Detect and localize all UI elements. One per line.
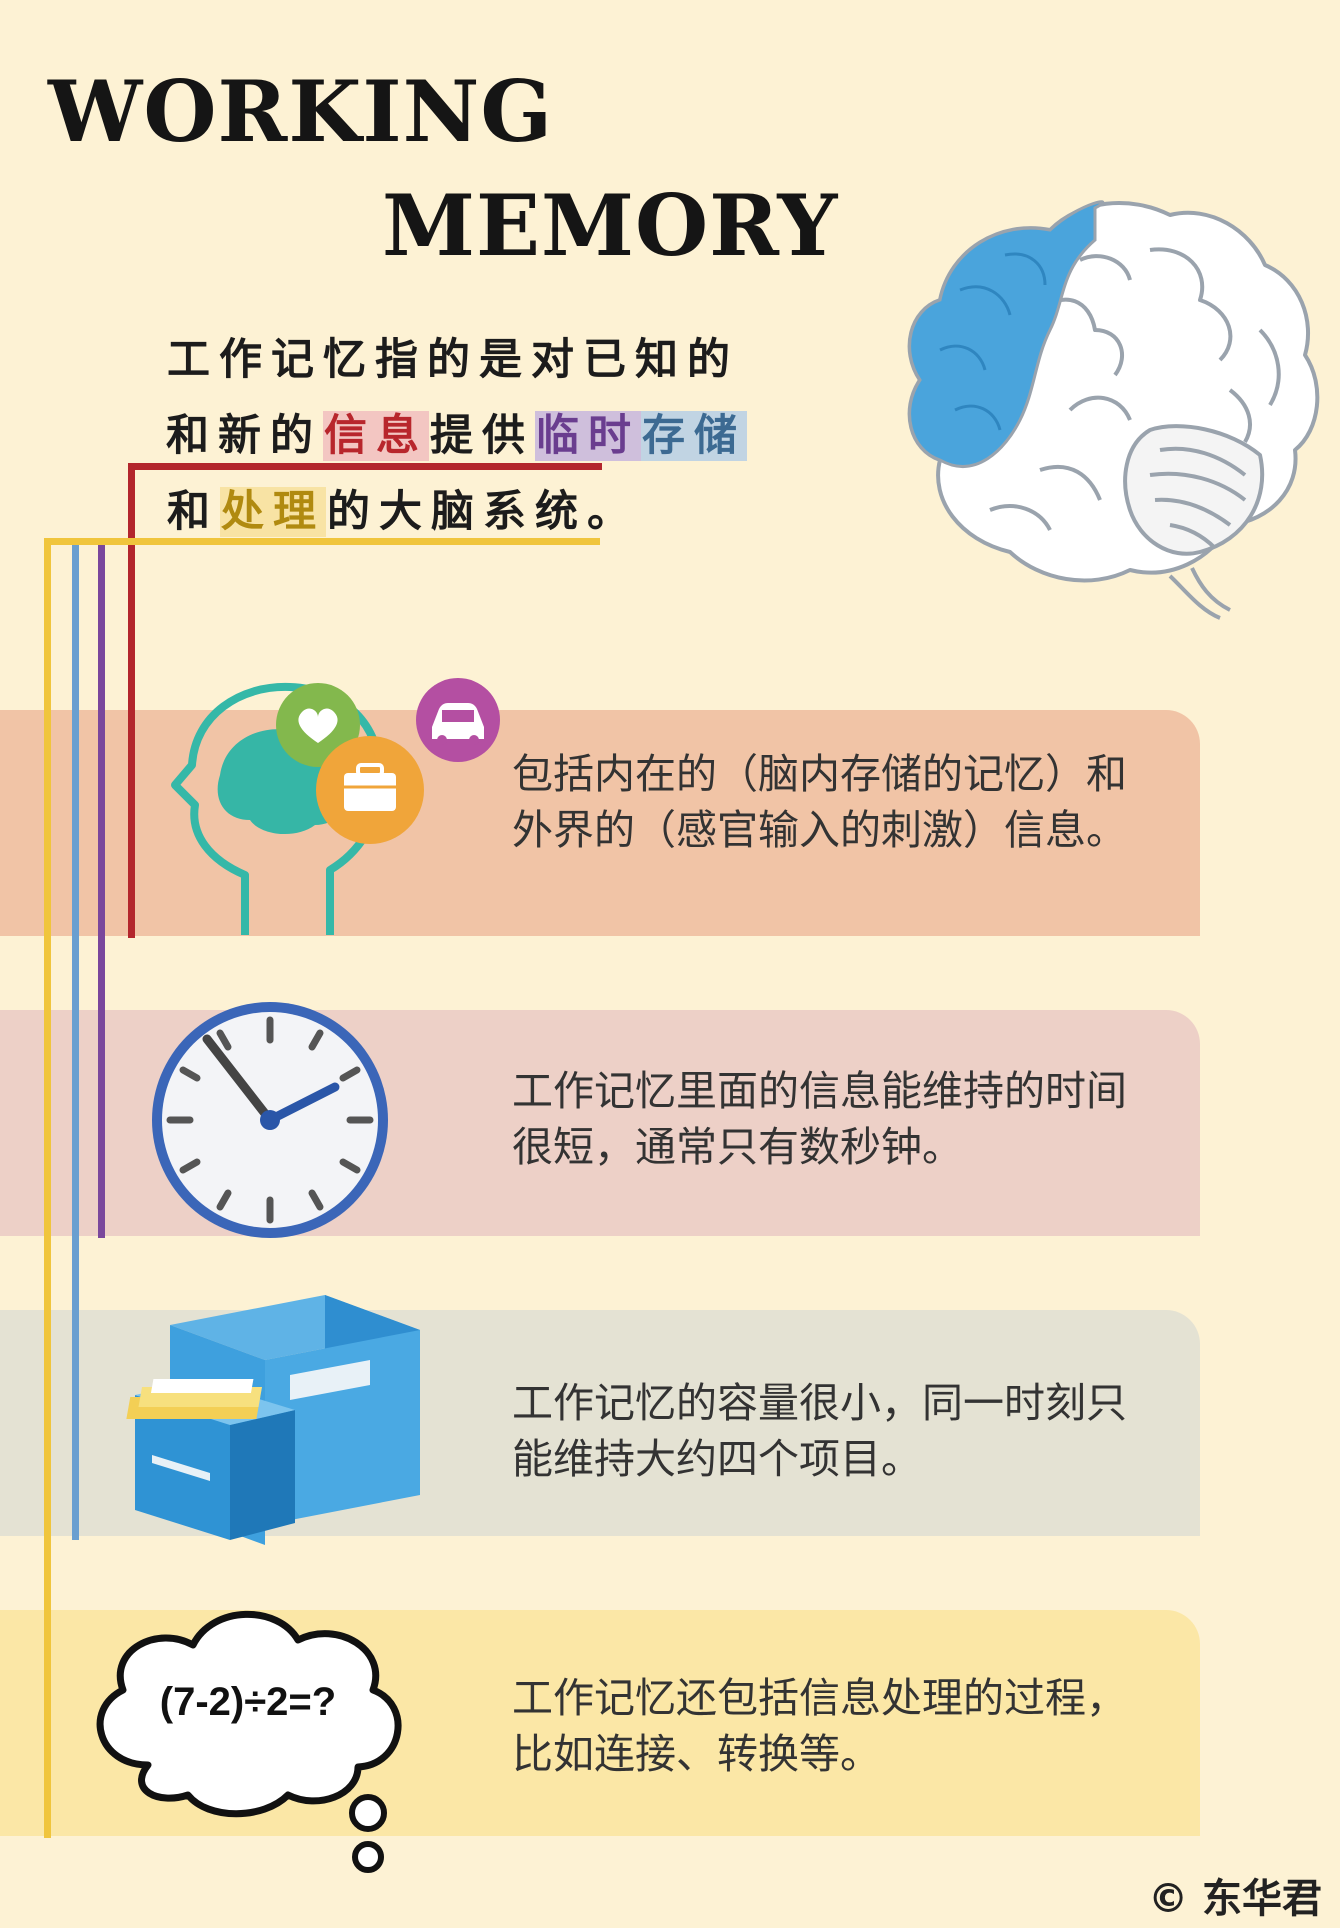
intro-text-2: 提供: [430, 411, 534, 461]
intro-highlight-info: 信息: [323, 411, 429, 461]
clock-icon: [152, 1002, 388, 1238]
brain-icon: [907, 200, 1320, 620]
connector-line-info: [128, 463, 135, 938]
filing-cabinet-icon: [126, 1295, 420, 1545]
connector-line-processing: [44, 538, 600, 545]
thought-bubble-icon: (7-2)÷2=?: [78, 1595, 418, 1880]
intro-text-4: 的大脑系统。: [327, 487, 639, 537]
connector-line-storage: [72, 538, 79, 1540]
intro-paragraph: 工作记忆指的是对已知的和新的信息提供临时存储和处理的大脑系统。: [166, 322, 766, 550]
title-line-memory: MEMORY: [382, 176, 839, 275]
head-thoughts-icon: [171, 678, 500, 935]
math-expression: (7-2)÷2=?: [159, 1680, 337, 1724]
card-text: 工作记忆里面的信息能维持的时间很短，通常只有数秒钟。: [512, 1067, 1127, 1171]
intro-highlight-storage: 存储: [641, 411, 747, 461]
title-line-working: WORKING: [48, 62, 554, 161]
card-text: 工作记忆还包括信息处理的过程，比如连接、转换等。: [512, 1674, 1127, 1778]
card-text: 工作记忆的容量很小，同一时刻只能维持大约四个项目。: [512, 1379, 1127, 1483]
connector-line-processing: [44, 538, 51, 1838]
connector-line-temporary: [98, 538, 105, 1238]
intro-text-3: 和: [167, 487, 219, 537]
intro-highlight-temporary: 临时: [535, 411, 641, 461]
intro-highlight-processing: 处理: [220, 487, 326, 537]
connector-line-info: [128, 463, 602, 470]
copyright-credit: © 东华君: [1148, 1876, 1322, 1922]
card-text: 包括内在的（脑内存储的记忆）和外界的（感官输入的刺激）信息。: [512, 750, 1127, 854]
